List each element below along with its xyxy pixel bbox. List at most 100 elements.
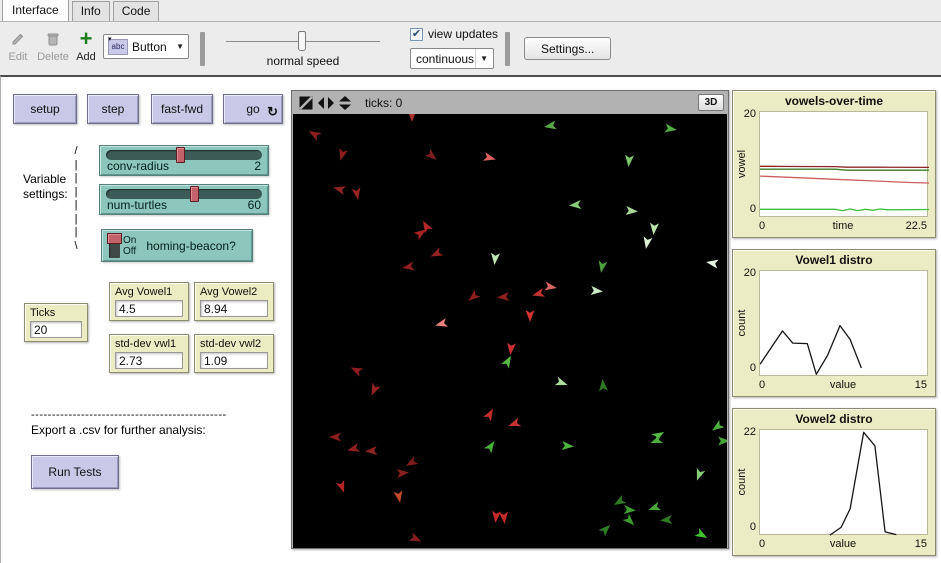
speed-slider-handle[interactable] bbox=[298, 31, 306, 51]
plus-icon: + bbox=[72, 29, 100, 49]
turtle bbox=[332, 183, 346, 195]
x-axis-min-tick: 0 bbox=[759, 538, 765, 550]
update-mode-dropdown[interactable]: continuous ▼ bbox=[410, 48, 494, 69]
chevron-down-icon: ▼ bbox=[176, 42, 184, 51]
turtle bbox=[649, 223, 659, 236]
toolbar: Edit Delete + Add ▾ abc Button ▼ normal … bbox=[0, 23, 941, 75]
y-axis-min-tick: 0 bbox=[733, 521, 756, 533]
resize-diagonal-icon[interactable] bbox=[299, 96, 313, 110]
switch-knob[interactable] bbox=[107, 233, 122, 244]
plot-title: Vowel2 distro bbox=[733, 412, 935, 426]
corner-arrow-icon: ▾ bbox=[108, 35, 112, 43]
turtle bbox=[562, 441, 575, 451]
turtle bbox=[569, 200, 582, 210]
y-axis-label: count bbox=[736, 310, 748, 337]
delete-button[interactable]: Delete bbox=[34, 29, 72, 63]
turtle bbox=[705, 258, 718, 269]
settings-button[interactable]: Settings... bbox=[524, 37, 611, 60]
turtle bbox=[506, 343, 516, 356]
vowel1-distro-plot: Vowel1 distro 20 count 0 0 value 15 bbox=[732, 249, 936, 397]
fast-fwd-button[interactable]: fast-fwd bbox=[151, 94, 213, 124]
std-dev-vwl1-monitor: std-dev vwl1 2.73 bbox=[109, 334, 189, 373]
turtle bbox=[710, 420, 725, 434]
turtle bbox=[664, 124, 677, 135]
netlogo-window: Interface Info Code Edit Delete + Add ▾ … bbox=[0, 0, 941, 563]
switch-toggle[interactable] bbox=[109, 234, 120, 258]
tab-interface[interactable]: Interface bbox=[2, 0, 69, 21]
turtle bbox=[367, 383, 380, 398]
y-axis-max-tick: 20 bbox=[733, 108, 756, 120]
turtle bbox=[499, 512, 509, 525]
turtle bbox=[329, 433, 341, 442]
step-button[interactable]: step bbox=[87, 94, 139, 124]
turtle bbox=[491, 511, 501, 524]
run-tests-button[interactable]: Run Tests bbox=[31, 455, 119, 489]
toolbar-separator bbox=[200, 32, 205, 66]
world-canvas[interactable] bbox=[293, 114, 727, 548]
setup-button[interactable]: setup bbox=[13, 94, 77, 124]
add-button[interactable]: + Add bbox=[72, 29, 100, 63]
turtle bbox=[336, 480, 349, 494]
interface-canvas: setup step fast-fwd go ↻ / | | | | | | \… bbox=[0, 75, 941, 563]
tab-info[interactable]: Info bbox=[72, 1, 110, 21]
turtle bbox=[408, 114, 417, 122]
world-view-header: ticks: 0 3D bbox=[292, 91, 728, 114]
turtle bbox=[597, 260, 608, 273]
x-axis-min-tick: 0 bbox=[759, 379, 765, 391]
turtle bbox=[693, 468, 706, 482]
turtle bbox=[483, 152, 497, 164]
vowel2-distro-plot: Vowel2 distro 22 count 0 0 value 15 bbox=[732, 408, 936, 556]
resize-horizontal-icon[interactable] bbox=[318, 97, 334, 109]
widget-type-dropdown[interactable]: ▾ abc Button ▼ bbox=[103, 34, 189, 59]
x-axis-label: time bbox=[833, 220, 854, 232]
turtle bbox=[336, 148, 348, 162]
homing-beacon-switch[interactable]: On Off homing-beacon? bbox=[101, 229, 253, 262]
turtle bbox=[695, 528, 710, 542]
view-updates-label: view updates bbox=[428, 27, 498, 41]
resize-vertical-icon[interactable] bbox=[339, 96, 351, 110]
chevron-down-icon: ▼ bbox=[475, 49, 493, 68]
toolbar-separator bbox=[505, 32, 510, 66]
turtle bbox=[624, 505, 637, 515]
avg-vowel2-monitor: Avg Vowel2 8.94 bbox=[194, 282, 274, 321]
x-axis-min-tick: 0 bbox=[759, 220, 765, 232]
speed-slider-label: normal speed bbox=[222, 54, 384, 68]
view-updates-group: ✔ view updates continuous ▼ bbox=[410, 25, 520, 69]
x-axis-max-tick: 15 bbox=[915, 538, 927, 550]
pencil-icon bbox=[2, 29, 34, 49]
go-button[interactable]: go ↻ bbox=[223, 94, 283, 124]
speed-slider: normal speed bbox=[222, 27, 384, 71]
conv-radius-slider[interactable]: conv-radius 2 bbox=[99, 145, 269, 176]
turtle bbox=[623, 514, 638, 529]
turtle bbox=[497, 292, 510, 302]
variable-settings-note: Variable settings: bbox=[23, 172, 68, 202]
turtle bbox=[591, 286, 604, 296]
tab-code[interactable]: Code bbox=[113, 1, 160, 21]
turtle bbox=[531, 288, 545, 300]
x-axis-label: value bbox=[830, 538, 856, 550]
vowels-over-time-plot: vowels-over-time 20 vowel 0 0 time 22.5 bbox=[732, 90, 936, 238]
edit-button[interactable]: Edit bbox=[2, 29, 34, 63]
turtle bbox=[483, 407, 497, 422]
slider-value: 60 bbox=[248, 198, 261, 212]
turtle bbox=[484, 439, 498, 454]
turtle bbox=[660, 515, 673, 525]
slider-label: num-turtles bbox=[107, 198, 167, 212]
abc-button-icon: ▾ abc bbox=[108, 39, 128, 55]
ticks-monitor: Ticks 20 bbox=[24, 303, 88, 342]
turtle bbox=[401, 262, 414, 273]
view-updates-checkbox[interactable]: ✔ bbox=[410, 28, 423, 41]
num-turtles-slider[interactable]: num-turtles 60 bbox=[99, 184, 269, 215]
switch-label: homing-beacon? bbox=[146, 239, 235, 253]
turtle bbox=[394, 490, 405, 503]
3d-button[interactable]: 3D bbox=[698, 94, 724, 111]
world-view: ticks: 0 3D bbox=[291, 90, 729, 549]
switch-off-label: Off bbox=[123, 246, 136, 257]
x-axis-max-tick: 22.5 bbox=[906, 220, 927, 232]
turtle bbox=[649, 435, 663, 448]
x-axis-label: value bbox=[830, 379, 856, 391]
turtle bbox=[349, 363, 364, 376]
turtle bbox=[365, 446, 378, 456]
widget-type-selected: Button bbox=[132, 40, 176, 54]
turtle bbox=[434, 318, 448, 330]
